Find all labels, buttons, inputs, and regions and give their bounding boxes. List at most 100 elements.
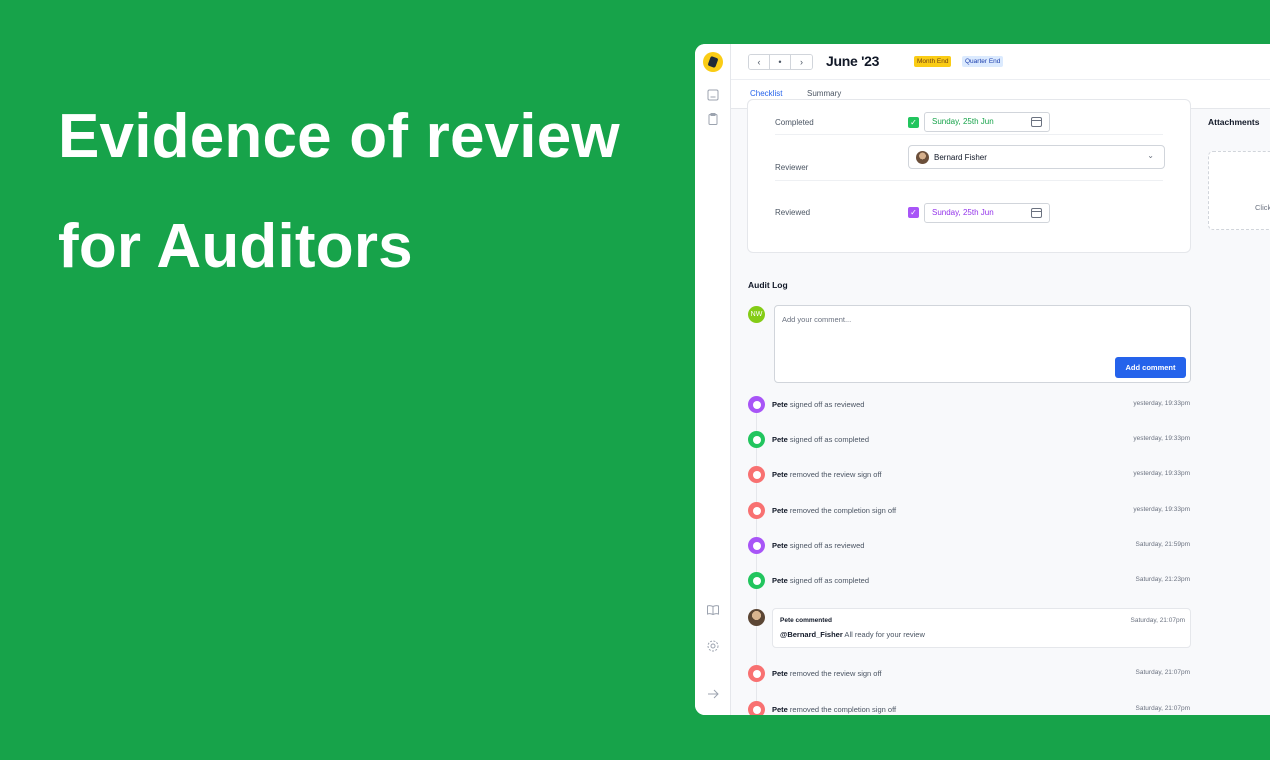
check-circle-icon bbox=[748, 572, 765, 589]
log-entry: Pete signed off as completed Saturday, 2… bbox=[748, 572, 1190, 589]
minus-circle-icon bbox=[748, 665, 765, 682]
completed-label: Completed bbox=[775, 118, 814, 127]
book-icon[interactable] bbox=[706, 88, 720, 102]
log-entry-text: Pete signed off as completed bbox=[772, 435, 869, 444]
signoff-card: Completed ✓ Sunday, 25th Jun Reviewer Be… bbox=[747, 99, 1191, 253]
hero-line-1: Evidence of review bbox=[58, 102, 620, 171]
comment-author: Pete commented bbox=[780, 617, 833, 624]
check-circle-icon bbox=[748, 396, 765, 413]
reviewer-select[interactable]: Bernard Fisher ⌄ bbox=[908, 145, 1165, 169]
hero-heading: Evidence of review for Auditors bbox=[58, 82, 620, 302]
log-entry-text: Pete signed off as reviewed bbox=[772, 541, 864, 550]
app-window: ‹ • › June '23 Month End Quarter End Che… bbox=[695, 44, 1270, 715]
log-action: signed off as reviewed bbox=[787, 400, 865, 409]
log-time: Saturday, 21:23pm bbox=[1135, 576, 1190, 583]
log-entry-text: Pete removed the completion sign off bbox=[772, 506, 896, 515]
completed-date-field[interactable]: Sunday, 25th Jun bbox=[924, 112, 1050, 132]
reviewer-name: Bernard Fisher bbox=[934, 153, 987, 162]
comment-input[interactable]: Add your comment... Add comment bbox=[774, 305, 1191, 383]
log-entry-text: Pete removed the review sign off bbox=[772, 470, 882, 479]
log-entry-text: Pete removed the completion sign off bbox=[772, 705, 896, 714]
completed-date-text: Sunday, 25th Jun bbox=[932, 117, 994, 126]
reviewer-label: Reviewer bbox=[775, 163, 809, 172]
gear-icon[interactable] bbox=[706, 639, 720, 653]
log-user: Pete bbox=[772, 705, 788, 714]
bee-logo-icon[interactable] bbox=[703, 52, 723, 72]
current-user-avatar: NW bbox=[748, 306, 765, 323]
hero-line-2: for Auditors bbox=[58, 212, 413, 281]
row-divider bbox=[775, 180, 1163, 181]
next-period-button[interactable]: › bbox=[791, 55, 812, 69]
clipboard-icon[interactable] bbox=[706, 112, 720, 126]
period-title: June '23 bbox=[826, 53, 880, 69]
log-time: yesterday, 19:33pm bbox=[1133, 506, 1190, 513]
audit-log-title: Audit Log bbox=[748, 280, 788, 290]
attachments-hint: Click bbox=[1255, 203, 1270, 212]
comment-text: All ready for your review bbox=[842, 630, 925, 639]
attachments-title: Attachments bbox=[1208, 117, 1260, 127]
log-entry: Pete removed the completion sign off Sat… bbox=[748, 701, 1190, 715]
log-action: removed the completion sign off bbox=[787, 506, 897, 515]
commenter-avatar bbox=[748, 609, 765, 626]
attachments-dropzone[interactable]: Click bbox=[1208, 151, 1270, 230]
completed-checkbox[interactable]: ✓ bbox=[908, 117, 919, 128]
top-bar: ‹ • › June '23 Month End Quarter End bbox=[731, 44, 1270, 80]
log-entry-text: Pete removed the review sign off bbox=[772, 669, 882, 678]
reviewed-label: Reviewed bbox=[775, 208, 811, 217]
log-action: removed the review sign off bbox=[787, 669, 882, 678]
log-action: signed off as reviewed bbox=[787, 541, 865, 550]
prev-period-button[interactable]: ‹ bbox=[749, 55, 770, 69]
log-time: Saturday, 21:07pm bbox=[1135, 705, 1190, 712]
reviewed-date-field[interactable]: Sunday, 25th Jun bbox=[924, 203, 1050, 223]
log-entry: Pete signed off as reviewed Saturday, 21… bbox=[748, 537, 1190, 554]
log-time: yesterday, 19:33pm bbox=[1133, 400, 1190, 407]
comment-card: Pete commented Saturday, 21:07pm @Bernar… bbox=[772, 608, 1191, 648]
log-user: Pete bbox=[772, 435, 788, 444]
tab-summary[interactable]: Summary bbox=[807, 89, 841, 98]
chevron-down-icon: ⌄ bbox=[1147, 151, 1154, 160]
reviewed-date-text: Sunday, 25th Jun bbox=[932, 208, 994, 217]
log-time: yesterday, 19:33pm bbox=[1133, 435, 1190, 442]
log-user: Pete bbox=[772, 400, 788, 409]
log-action: removed the review sign off bbox=[787, 470, 882, 479]
reviewed-checkbox[interactable]: ✓ bbox=[908, 207, 919, 218]
log-entry: Pete removed the completion sign off yes… bbox=[748, 502, 1190, 519]
minus-circle-icon bbox=[748, 502, 765, 519]
log-entry: Pete signed off as reviewed yesterday, 1… bbox=[748, 396, 1190, 413]
period-navigation: ‹ • › bbox=[748, 54, 813, 70]
log-time: Saturday, 21:59pm bbox=[1135, 541, 1190, 548]
log-action: signed off as completed bbox=[787, 435, 870, 444]
log-entry-text: Pete signed off as completed bbox=[772, 576, 869, 585]
tab-checklist[interactable]: Checklist bbox=[750, 89, 782, 98]
open-book-icon[interactable] bbox=[706, 603, 720, 617]
minus-circle-icon bbox=[748, 466, 765, 483]
calendar-icon bbox=[1031, 208, 1042, 218]
comment-body: @Bernard_Fisher All ready for your revie… bbox=[780, 630, 925, 639]
current-period-button[interactable]: • bbox=[770, 55, 791, 69]
log-action: signed off as completed bbox=[787, 576, 870, 585]
log-entry: Pete removed the review sign off Saturda… bbox=[748, 665, 1190, 682]
log-user: Pete bbox=[772, 470, 788, 479]
log-entry: Pete removed the review sign off yesterd… bbox=[748, 466, 1190, 483]
quarter-end-badge: Quarter End bbox=[962, 56, 1004, 67]
reviewer-avatar bbox=[916, 151, 929, 164]
log-entry: Pete signed off as completed yesterday, … bbox=[748, 431, 1190, 448]
minus-circle-icon bbox=[748, 701, 765, 715]
log-user: Pete bbox=[772, 669, 788, 678]
check-circle-icon bbox=[748, 431, 765, 448]
add-comment-button[interactable]: Add comment bbox=[1115, 357, 1186, 378]
comment-placeholder: Add your comment... bbox=[782, 315, 852, 324]
log-entry-text: Pete signed off as reviewed bbox=[772, 400, 864, 409]
month-end-badge: Month End bbox=[914, 56, 952, 67]
sidebar-rail bbox=[695, 44, 731, 715]
row-divider bbox=[775, 134, 1163, 135]
calendar-icon bbox=[1031, 117, 1042, 127]
comment-time: Saturday, 21:07pm bbox=[1130, 617, 1185, 624]
log-time: Saturday, 21:07pm bbox=[1135, 669, 1190, 676]
log-user: Pete bbox=[772, 541, 788, 550]
log-time: yesterday, 19:33pm bbox=[1133, 470, 1190, 477]
log-user: Pete bbox=[772, 576, 788, 585]
arrow-right-icon[interactable] bbox=[706, 687, 720, 701]
comment-mention[interactable]: @Bernard_Fisher bbox=[780, 630, 843, 639]
log-action: removed the completion sign off bbox=[787, 705, 897, 714]
